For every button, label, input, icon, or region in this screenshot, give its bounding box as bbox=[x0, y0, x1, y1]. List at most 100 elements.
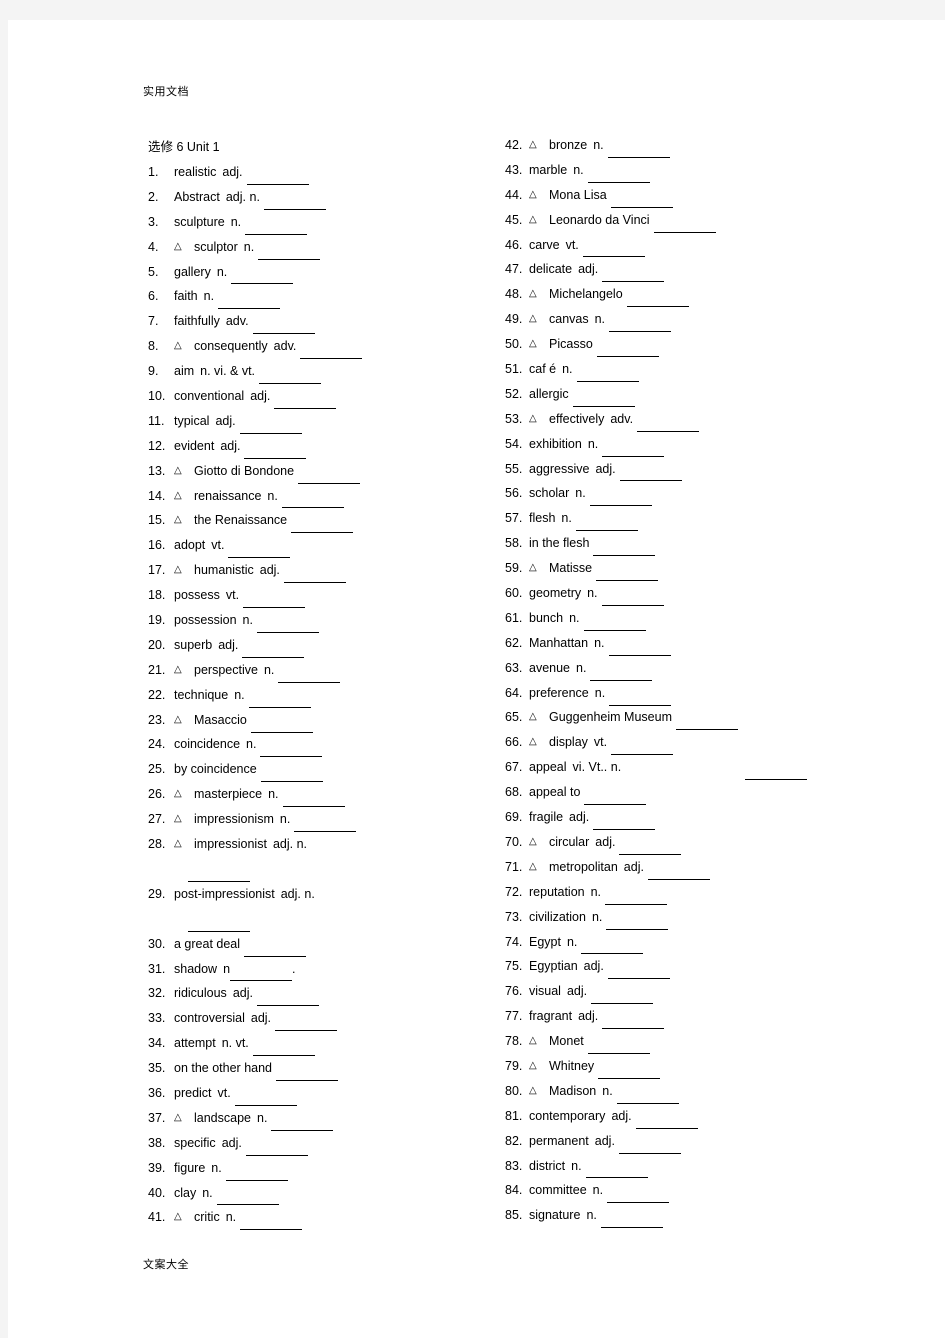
answer-blank[interactable] bbox=[250, 720, 313, 733]
answer-blank[interactable] bbox=[593, 817, 656, 830]
answer-blank[interactable] bbox=[610, 195, 673, 208]
answer-blank[interactable] bbox=[242, 645, 305, 658]
answer-blank[interactable] bbox=[240, 1217, 303, 1231]
answer-blank[interactable] bbox=[245, 1143, 308, 1156]
answer-blank[interactable] bbox=[256, 620, 319, 633]
answer-blank[interactable] bbox=[243, 595, 306, 609]
answer-blank[interactable] bbox=[601, 593, 664, 606]
answer-blank[interactable] bbox=[619, 842, 682, 855]
answer-blank[interactable] bbox=[244, 944, 307, 957]
vocab-item: 73. civilization n. bbox=[505, 905, 855, 930]
answer-blank[interactable] bbox=[611, 742, 674, 756]
answer-blank[interactable] bbox=[246, 172, 309, 185]
answer-blank[interactable] bbox=[587, 1041, 650, 1054]
answer-blank[interactable] bbox=[607, 1190, 670, 1204]
answer-blank[interactable] bbox=[605, 892, 668, 905]
answer-blank[interactable] bbox=[276, 1068, 338, 1081]
answer-blank[interactable] bbox=[188, 919, 250, 932]
answer-blank[interactable] bbox=[278, 670, 341, 683]
answer-blank[interactable] bbox=[248, 695, 311, 708]
answer-blank[interactable] bbox=[260, 769, 323, 783]
answer-blank-wrapped[interactable] bbox=[188, 857, 250, 882]
vocab-item: 10. conventional adj. bbox=[148, 384, 498, 409]
answer-blank[interactable] bbox=[259, 371, 322, 385]
answer-blank[interactable] bbox=[587, 170, 650, 183]
answer-blank[interactable] bbox=[607, 145, 670, 158]
item-number: 35. bbox=[148, 1061, 166, 1076]
answer-blank[interactable] bbox=[244, 446, 307, 459]
answer-blank[interactable] bbox=[271, 1118, 334, 1131]
answer-blank[interactable] bbox=[582, 244, 645, 258]
answer-blank[interactable] bbox=[609, 319, 672, 333]
answer-blank[interactable] bbox=[647, 867, 710, 880]
part-of-speech: n. bbox=[587, 586, 598, 601]
answer-blank[interactable] bbox=[260, 744, 323, 758]
item-number: 58. bbox=[505, 536, 523, 551]
vocab-word: preference bbox=[529, 685, 589, 700]
answer-blank[interactable] bbox=[635, 1116, 698, 1129]
answer-blank[interactable] bbox=[188, 869, 250, 882]
answer-blank[interactable] bbox=[274, 396, 337, 409]
answer-blank[interactable] bbox=[609, 693, 672, 706]
answer-blank[interactable] bbox=[585, 1165, 648, 1179]
answer-blank[interactable] bbox=[637, 419, 700, 432]
answer-blank[interactable] bbox=[225, 1168, 288, 1181]
item-number: 22. bbox=[148, 687, 166, 702]
answer-blank[interactable] bbox=[607, 966, 670, 980]
answer-blank[interactable] bbox=[281, 495, 344, 509]
answer-blank[interactable] bbox=[608, 643, 671, 656]
answer-blank[interactable] bbox=[572, 394, 635, 407]
answer-blank[interactable] bbox=[602, 1016, 665, 1030]
answer-blank[interactable] bbox=[653, 220, 716, 233]
answer-blank[interactable] bbox=[275, 1018, 338, 1032]
answer-blank[interactable] bbox=[745, 767, 808, 781]
answer-blank[interactable] bbox=[291, 520, 354, 534]
answer-blank[interactable] bbox=[218, 296, 281, 310]
answer-blank[interactable] bbox=[298, 471, 361, 484]
item-number: 13. bbox=[148, 463, 166, 478]
answer-blank[interactable] bbox=[616, 1091, 679, 1104]
answer-blank[interactable] bbox=[619, 468, 682, 482]
answer-blank[interactable] bbox=[593, 543, 656, 557]
answer-blank[interactable] bbox=[581, 941, 644, 955]
answer-blank-wrapped[interactable] bbox=[188, 907, 250, 932]
vocab-item: 35. on the other hand bbox=[148, 1056, 498, 1081]
answer-blank[interactable] bbox=[252, 321, 315, 335]
answer-blank[interactable] bbox=[626, 294, 689, 308]
answer-blank[interactable] bbox=[602, 269, 665, 283]
answer-blank[interactable] bbox=[591, 991, 654, 1005]
item-number: 39. bbox=[148, 1160, 166, 1175]
answer-blank[interactable] bbox=[263, 197, 326, 210]
answer-blank[interactable] bbox=[216, 1192, 279, 1206]
vocab-word: clay bbox=[174, 1185, 197, 1200]
answer-blank[interactable] bbox=[576, 369, 639, 382]
answer-blank[interactable] bbox=[294, 819, 357, 833]
answer-blank[interactable] bbox=[234, 1093, 297, 1106]
answer-blank[interactable] bbox=[589, 493, 652, 507]
answer-blank[interactable] bbox=[256, 993, 319, 1007]
vocab-item: 20. superb adj. bbox=[148, 633, 498, 658]
answer-blank[interactable] bbox=[230, 968, 293, 982]
answer-blank[interactable] bbox=[231, 271, 294, 285]
answer-blank[interactable] bbox=[590, 668, 653, 681]
answer-blank[interactable] bbox=[283, 570, 346, 584]
answer-blank[interactable] bbox=[575, 518, 638, 532]
answer-blank[interactable] bbox=[252, 1043, 315, 1057]
answer-blank[interactable] bbox=[583, 618, 646, 631]
answer-blank[interactable] bbox=[596, 344, 659, 358]
answer-blank[interactable] bbox=[245, 222, 308, 235]
answer-blank[interactable] bbox=[282, 794, 345, 808]
answer-blank[interactable] bbox=[600, 1215, 663, 1229]
answer-blank[interactable] bbox=[596, 568, 659, 582]
answer-blank[interactable] bbox=[584, 792, 647, 806]
answer-blank[interactable] bbox=[675, 717, 738, 731]
item-number: 61. bbox=[505, 610, 523, 625]
answer-blank[interactable] bbox=[239, 421, 302, 434]
answer-blank[interactable] bbox=[598, 1066, 661, 1079]
answer-blank[interactable] bbox=[618, 1141, 681, 1154]
answer-blank[interactable] bbox=[300, 346, 363, 360]
answer-blank[interactable] bbox=[606, 917, 669, 930]
answer-blank[interactable] bbox=[258, 247, 321, 260]
answer-blank[interactable] bbox=[228, 545, 291, 559]
answer-blank[interactable] bbox=[602, 444, 665, 457]
